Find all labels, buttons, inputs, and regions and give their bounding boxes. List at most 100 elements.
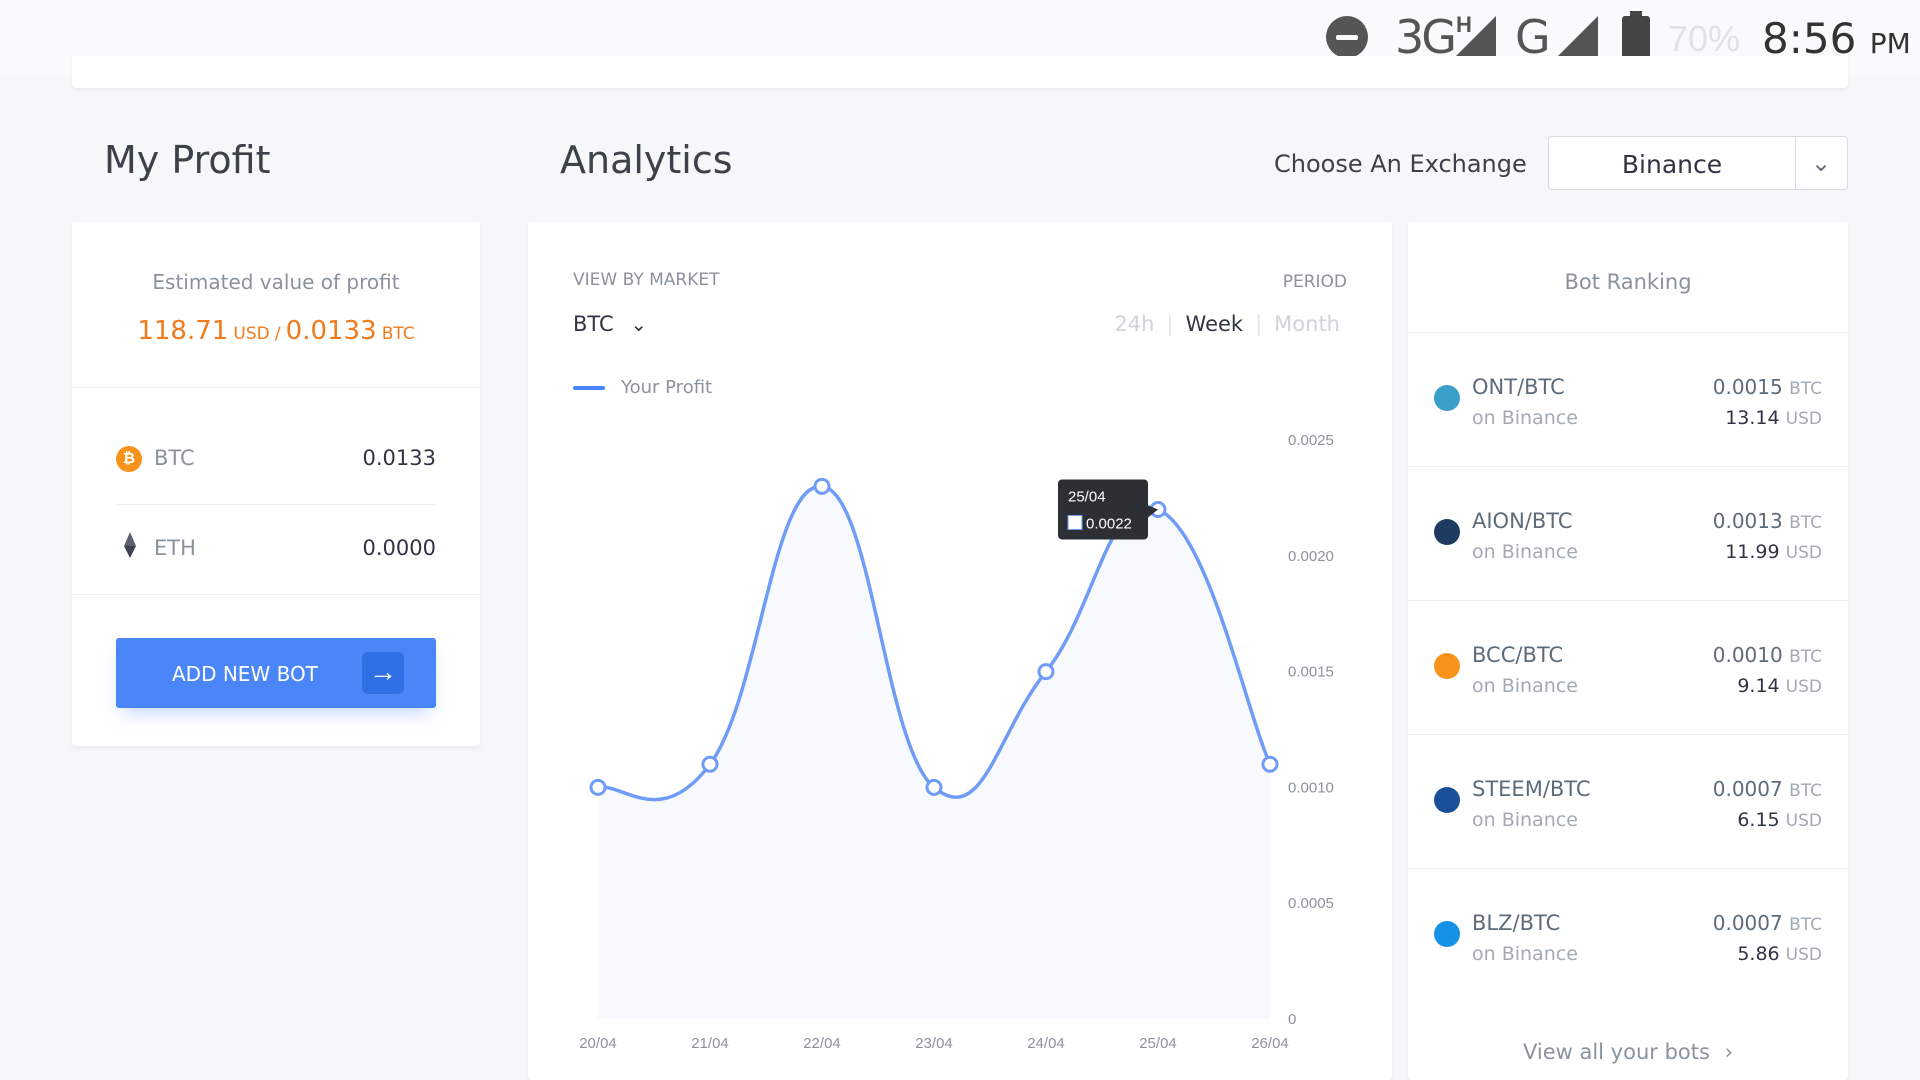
divider — [72, 387, 480, 388]
bluzelle-icon — [1434, 921, 1460, 947]
bot-ranking-row[interactable]: STEEM/BTC on Binance 0.0007 BTC 6.15 USD — [1408, 734, 1848, 868]
bot-usd-value: 5.86 USD — [1737, 943, 1822, 965]
tooltip-swatch — [1067, 514, 1083, 530]
profit-chart: 0.0025 0.0020 0.0015 0.0010 0.0005 0 20/04 21/0… — [579, 432, 1334, 1052]
exchange-value: Binance — [1621, 150, 1723, 179]
btc-unit: BTC — [1789, 915, 1822, 935]
chevron-right-icon: › — [1724, 1040, 1734, 1064]
y-tick-label: 0.0025 — [1288, 432, 1334, 449]
bot-ranking-title: Bot Ranking — [1564, 270, 1692, 294]
do-not-disturb-icon — [1326, 16, 1368, 58]
battery-icon — [1622, 11, 1650, 58]
x-tick-label: 26/04 — [1251, 1035, 1289, 1052]
bot-btc-value: 0.0010 BTC — [1713, 643, 1822, 667]
data-point — [925, 778, 943, 796]
estimated-profit-label: Estimated value of profit — [152, 270, 400, 294]
analytics-title: Analytics — [560, 138, 733, 182]
profit-title: My Profit — [104, 138, 271, 182]
btc-amount: 0.0010 — [1712, 643, 1783, 667]
x-tick-label: 23/04 — [915, 1035, 953, 1052]
x-tick-label: 24/04 — [1027, 1035, 1065, 1052]
bitcoin-icon: ₿ — [116, 446, 142, 472]
bot-exchange: on Binance — [1472, 541, 1578, 563]
battery-percent: 70% — [1668, 18, 1741, 59]
select-divider — [1795, 137, 1796, 189]
bot-usd-value: 9.14 USD — [1737, 675, 1822, 697]
estimated-profit-value: 118.71 USD / 0.0133 BTC — [72, 316, 480, 346]
bot-ranking-row[interactable]: AION/BTC on Binance 0.0013 BTC 11.99 USD — [1408, 466, 1848, 600]
usd-unit: USD — [1785, 409, 1822, 429]
x-tick-label: 22/04 — [803, 1035, 841, 1052]
header-card — [72, 56, 1848, 88]
coin-row-btc: ₿ BTC 0.0133 — [116, 438, 436, 478]
btc-unit: BTC — [1789, 647, 1822, 667]
usd-amount: 11.99 — [1725, 541, 1780, 563]
usd-unit: USD — [1785, 945, 1822, 965]
bot-btc-value: 0.0007 BTC — [1713, 911, 1822, 935]
ontology-icon — [1434, 385, 1460, 411]
y-tick-label: 0.0010 — [1288, 779, 1334, 796]
exchange-label: Choose An Exchange — [1274, 150, 1527, 178]
bot-pair: AION/BTC — [1472, 509, 1573, 533]
x-tick-label: 20/04 — [579, 1035, 617, 1052]
btc-amount: 0.0015 — [1712, 375, 1783, 399]
exchange-select[interactable]: Binance ⌄ — [1548, 136, 1848, 190]
tooltip-value: 0.0022 — [1086, 515, 1132, 532]
signal-icon — [1456, 16, 1496, 56]
coin-name: ETH — [154, 536, 196, 560]
bot-ranking-card: Bot Ranking ONT/BTC on Binance 0.0015 BTC 1… — [1408, 222, 1848, 1080]
tooltip-date: 25/04 — [1068, 488, 1106, 505]
y-tick-label: 0.0015 — [1288, 664, 1334, 681]
add-bot-label: ADD NEW BOT — [172, 662, 318, 686]
y-tick-label: 0 — [1288, 1011, 1296, 1028]
view-all-bots-link[interactable]: View all your bots › — [1408, 1040, 1848, 1064]
usd-amount: 9.14 — [1737, 675, 1780, 697]
bot-pair: ONT/BTC — [1472, 375, 1565, 399]
data-point — [589, 778, 607, 796]
x-tick-label: 25/04 — [1139, 1035, 1177, 1052]
btc-amount: 0.0007 — [1712, 911, 1783, 935]
y-tick-label: 0.0005 — [1288, 895, 1334, 912]
chevron-down-icon[interactable]: ⌄ — [1811, 149, 1831, 178]
profit-btc-unit: BTC — [381, 324, 415, 344]
analytics-card: VIEW BY MARKET BTC ⌄ PERIOD 24h | Week | Mon… — [528, 222, 1392, 1080]
bot-ranking-row[interactable]: BLZ/BTC on Binance 0.0007 BTC 5.86 USD — [1408, 868, 1848, 1002]
x-tick-label: 21/04 — [691, 1035, 729, 1052]
coin-value: 0.0000 — [362, 536, 436, 560]
add-new-bot-button[interactable]: ADD NEW BOT → — [116, 638, 436, 708]
profit-usd: 118.71 — [137, 316, 229, 346]
coin-value: 0.0133 — [362, 446, 436, 470]
btc-amount: 0.0013 — [1712, 509, 1783, 533]
divider — [72, 594, 480, 595]
btc-unit: BTC — [1789, 379, 1822, 399]
bot-exchange: on Binance — [1472, 809, 1578, 831]
bot-ranking-row[interactable]: BCC/BTC on Binance 0.0010 BTC 9.14 USD — [1408, 600, 1848, 734]
y-tick-label: 0.0020 — [1288, 548, 1334, 565]
bot-usd-value: 11.99 USD — [1725, 541, 1822, 563]
view-all-label: View all your bots — [1522, 1040, 1710, 1064]
usd-amount: 6.15 — [1737, 809, 1780, 831]
bot-exchange: on Binance — [1472, 675, 1578, 697]
usd-amount: 13.14 — [1725, 407, 1780, 429]
bot-pair: STEEM/BTC — [1472, 777, 1591, 801]
usd-amount: 5.86 — [1737, 943, 1780, 965]
btc-unit: BTC — [1789, 781, 1822, 801]
bot-usd-value: 13.14 USD — [1725, 407, 1822, 429]
profit-separator: / — [274, 324, 281, 344]
steem-icon — [1434, 787, 1460, 813]
bot-usd-value: 6.15 USD — [1737, 809, 1822, 831]
data-point — [1261, 755, 1279, 773]
profit-usd-unit: USD — [233, 324, 270, 344]
data-point — [1037, 663, 1055, 681]
bot-btc-value: 0.0013 BTC — [1713, 509, 1822, 533]
data-point — [701, 755, 719, 773]
profit-card: Estimated value of profit 118.71 USD / 0… — [72, 222, 480, 746]
usd-unit: USD — [1785, 811, 1822, 831]
btc-unit: BTC — [1789, 513, 1822, 533]
bot-btc-value: 0.0015 BTC — [1713, 375, 1822, 399]
usd-unit: USD — [1785, 677, 1822, 697]
bot-pair: BCC/BTC — [1472, 643, 1564, 667]
bitcoin-cash-icon — [1434, 653, 1460, 679]
bot-ranking-row[interactable]: ONT/BTC on Binance 0.0015 BTC 13.14 USD — [1408, 332, 1848, 466]
bot-btc-value: 0.0007 BTC — [1713, 777, 1822, 801]
